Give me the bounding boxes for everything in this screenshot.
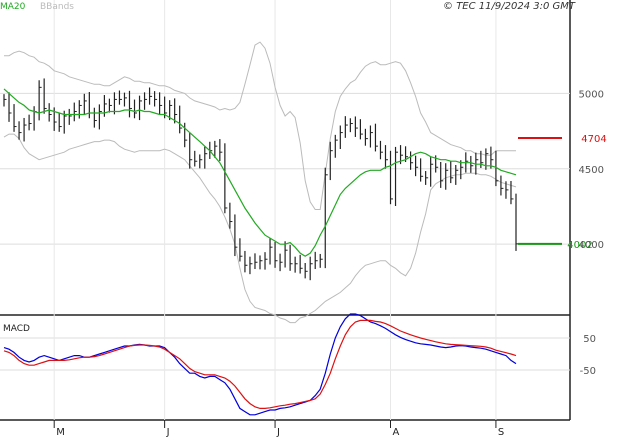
bollinger-bands	[3, 41, 517, 324]
resistance-label: 4704	[581, 134, 606, 145]
bb-upper-line	[4, 41, 516, 210]
price-tick-label: 4500	[579, 165, 604, 176]
x-tick-label: A	[393, 427, 400, 438]
chart-canvas: 47044002 5000 4500 4000 50 -50 M J J A S MA20 BB…	[0, 0, 607, 438]
x-tick-label: J	[166, 427, 170, 438]
price-bars	[3, 78, 519, 281]
x-tick-label: S	[498, 427, 504, 438]
bbands-legend: BBands	[40, 2, 74, 12]
price-tick-label: 4000	[579, 240, 604, 251]
x-axis-labels: MJJAS	[53, 420, 504, 438]
macd-tick-label: 50	[583, 334, 596, 345]
price-tick-label: 5000	[579, 89, 604, 100]
y-axis-labels: 5000 4500 4000 50 -50	[579, 89, 604, 377]
x-tick-label: J	[276, 427, 280, 438]
macd-tick-label: -50	[580, 366, 596, 377]
price-levels: 47044002	[518, 134, 607, 251]
x-tick-label: M	[56, 427, 65, 438]
copyright-text: © TEC 11/9/2024 3:0 GMT	[443, 1, 576, 12]
chart-container: 4704 4002 5000 4500 4000 50 -50 M J J A S MA20 BB…	[0, 0, 627, 440]
macd-layer	[3, 313, 517, 416]
macd-title: MACD	[3, 324, 30, 334]
ma20-line	[3, 88, 517, 257]
ma20-legend: MA20	[0, 2, 26, 12]
signal-line	[3, 319, 517, 409]
ma20-layer	[3, 88, 517, 257]
macd-line	[3, 313, 517, 416]
